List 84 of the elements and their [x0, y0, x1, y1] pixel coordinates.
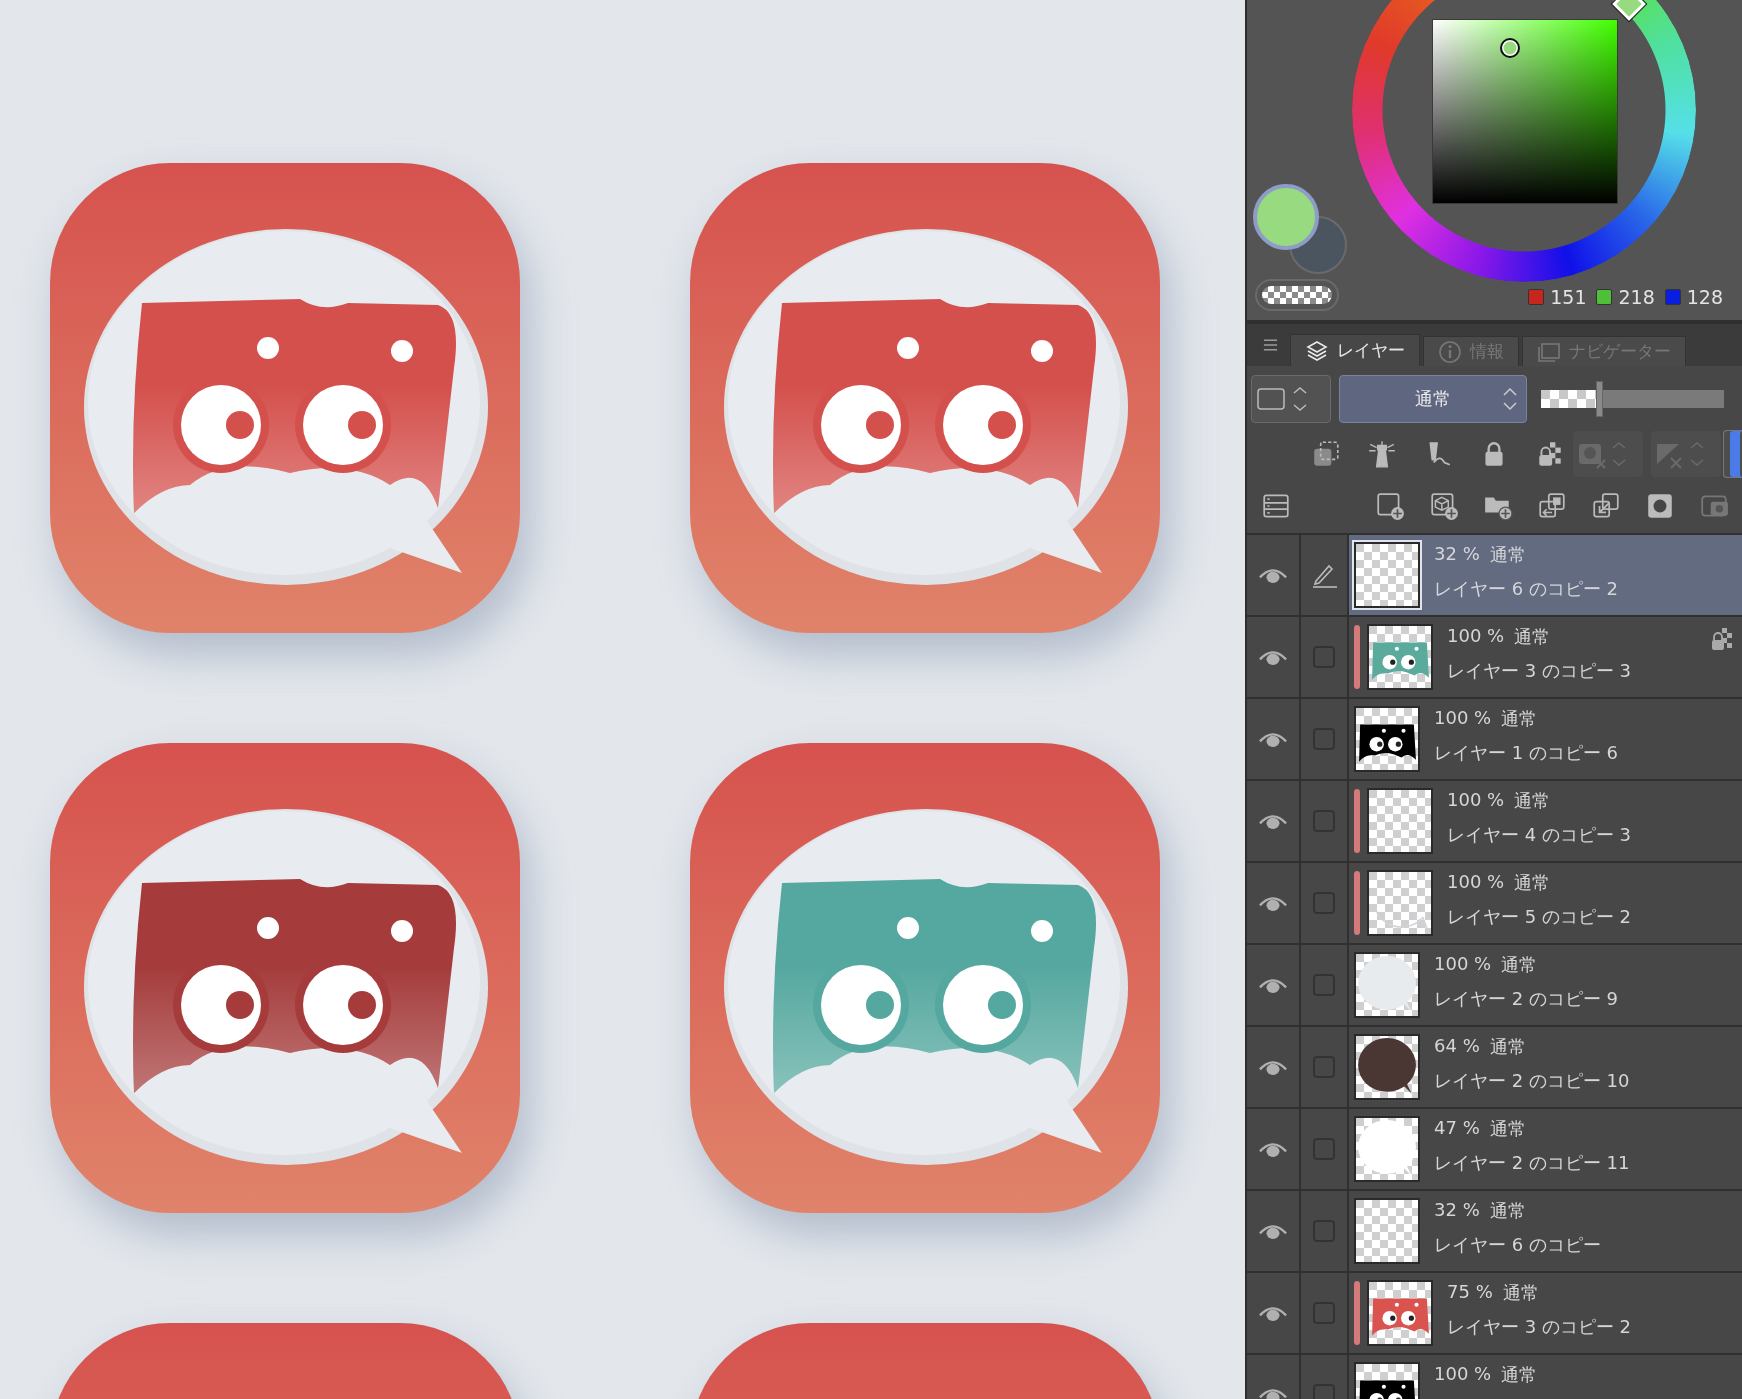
layer-item[interactable]: 100 % 通常 レイヤー 2 のコピー 9: [1349, 945, 1742, 1025]
info-icon: [1438, 339, 1462, 364]
layer-opacity: 100 %: [1434, 953, 1492, 976]
color-picker-handle[interactable]: [1499, 37, 1520, 58]
layer-name: レイヤー 6 のコピー: [1434, 1233, 1601, 1257]
layer-mask-icon[interactable]: [1645, 491, 1675, 521]
layer-item[interactable]: 32 % 通常 レイヤー 6 のコピー: [1349, 1191, 1742, 1271]
layer-thumbnail: [1354, 542, 1420, 608]
layer-blend-mode: 通常: [1502, 1281, 1539, 1305]
channel-value: 128: [1686, 286, 1723, 308]
layer-color-selector[interactable]: [1251, 375, 1331, 423]
layer-blend-mode: 通常: [1501, 1363, 1538, 1387]
layer-item[interactable]: 32 % 通常 レイヤー 6 のコピー 2: [1349, 535, 1742, 615]
layer-thumbnail: [1354, 1198, 1420, 1264]
lighthouse-icon[interactable]: [1367, 439, 1397, 469]
new-layer-icon[interactable]: [1375, 491, 1405, 521]
layer-opacity: 75 %: [1447, 1281, 1493, 1304]
eye-icon[interactable]: [1259, 1140, 1287, 1158]
layer-thumbnail: [1367, 870, 1433, 936]
layer-opacity: 100 %: [1447, 625, 1505, 648]
layer-item[interactable]: 100 % 通常 レイヤー 5 のコピー 2: [1349, 863, 1742, 943]
layers-icon: [1305, 338, 1329, 363]
transparent-color-swatch[interactable]: [1255, 279, 1339, 311]
eye-icon[interactable]: [1259, 566, 1287, 584]
eye-icon[interactable]: [1259, 1304, 1287, 1322]
layer-opacity: 47 %: [1434, 1117, 1480, 1140]
layer-blend-mode: 通常: [1501, 953, 1538, 977]
channel-chip-icon: [1528, 289, 1545, 305]
layer-opacity: 100 %: [1434, 1363, 1492, 1386]
menu-icon[interactable]: [1263, 338, 1278, 352]
eye-icon[interactable]: [1259, 894, 1287, 912]
layer-opacity: 32 %: [1434, 1199, 1480, 1222]
eye-icon[interactable]: [1259, 976, 1287, 994]
layer-name: レイヤー 2 のコピー 9: [1434, 987, 1619, 1011]
layer-item[interactable]: 100 % 通常 レイヤー 1 のコピー 6: [1349, 699, 1742, 779]
merge-down-icon[interactable]: [1591, 491, 1621, 521]
layer-blend-mode: 通常: [1501, 707, 1538, 731]
layer-blend-mode: 通常: [1489, 1117, 1526, 1141]
eye-icon[interactable]: [1259, 1058, 1287, 1076]
eye-icon[interactable]: [1259, 1386, 1287, 1399]
layer-item[interactable]: 100 % 通常: [1349, 1355, 1742, 1399]
layer-name: レイヤー 3 のコピー 3: [1447, 659, 1632, 683]
layer-item[interactable]: 75 % 通常 レイヤー 3 のコピー 2: [1349, 1273, 1742, 1353]
layer-name: レイヤー 6 のコピー 2: [1434, 577, 1619, 601]
layer-opacity: 32 %: [1434, 543, 1480, 566]
layer-opacity: 64 %: [1434, 1035, 1480, 1058]
opacity-slider[interactable]: [1541, 381, 1724, 417]
new-3d-layer-icon[interactable]: [1429, 491, 1459, 521]
eye-icon[interactable]: [1259, 648, 1287, 666]
layer-name: レイヤー 4 のコピー 3: [1447, 823, 1632, 847]
layer-name: レイヤー 2 のコピー 10: [1434, 1069, 1630, 1093]
layer-blend-mode: 通常: [1489, 1035, 1526, 1059]
list-icon[interactable]: [1261, 491, 1291, 521]
layer-blend-mode: 通常: [1489, 543, 1526, 567]
eye-icon[interactable]: [1259, 812, 1287, 830]
panel-tab[interactable]: レイヤー: [1290, 334, 1420, 366]
eye-icon[interactable]: [1259, 730, 1287, 748]
layer-opacity: 100 %: [1447, 871, 1505, 894]
blend-mode-dropdown[interactable]: 通常: [1339, 375, 1527, 423]
layer-name: レイヤー 3 のコピー 2: [1447, 1315, 1632, 1339]
layer-thumbnail: [1367, 788, 1433, 854]
channel-value: 218: [1618, 286, 1655, 308]
layer-blend-mode: 通常: [1514, 789, 1551, 813]
channel-chip-icon: [1664, 289, 1681, 305]
layer-item[interactable]: 47 % 通常 レイヤー 2 のコピー 11: [1349, 1109, 1742, 1189]
layer-opacity: 100 %: [1434, 707, 1492, 730]
layer-name: レイヤー 5 のコピー 2: [1447, 905, 1632, 929]
saturation-value-square[interactable]: [1432, 19, 1618, 204]
layer-color-toggle[interactable]: [1723, 430, 1742, 478]
layer-name: レイヤー 2 のコピー 11: [1434, 1151, 1630, 1175]
layer-item[interactable]: 100 % 通常 レイヤー 3 のコピー 3: [1349, 617, 1742, 697]
channel-chip-icon: [1596, 289, 1613, 305]
layer-opacity: 100 %: [1447, 789, 1505, 812]
updown-icon: [1502, 385, 1518, 413]
layer-blend-mode: 通常: [1514, 871, 1551, 895]
layer-name: レイヤー 1 のコピー 6: [1434, 741, 1619, 765]
layer-item[interactable]: 100 % 通常 レイヤー 4 のコピー 3: [1349, 781, 1742, 861]
clip-layer-icon[interactable]: [1311, 439, 1341, 469]
layer-item[interactable]: 64 % 通常 レイヤー 2 のコピー 10: [1349, 1027, 1742, 1107]
transfer-layer-icon[interactable]: [1537, 491, 1567, 521]
eye-icon[interactable]: [1259, 1222, 1287, 1240]
channel-value: 151: [1550, 286, 1587, 308]
layer-blend-mode: 通常: [1489, 1199, 1526, 1223]
layer-blend-mode: 通常: [1514, 625, 1551, 649]
